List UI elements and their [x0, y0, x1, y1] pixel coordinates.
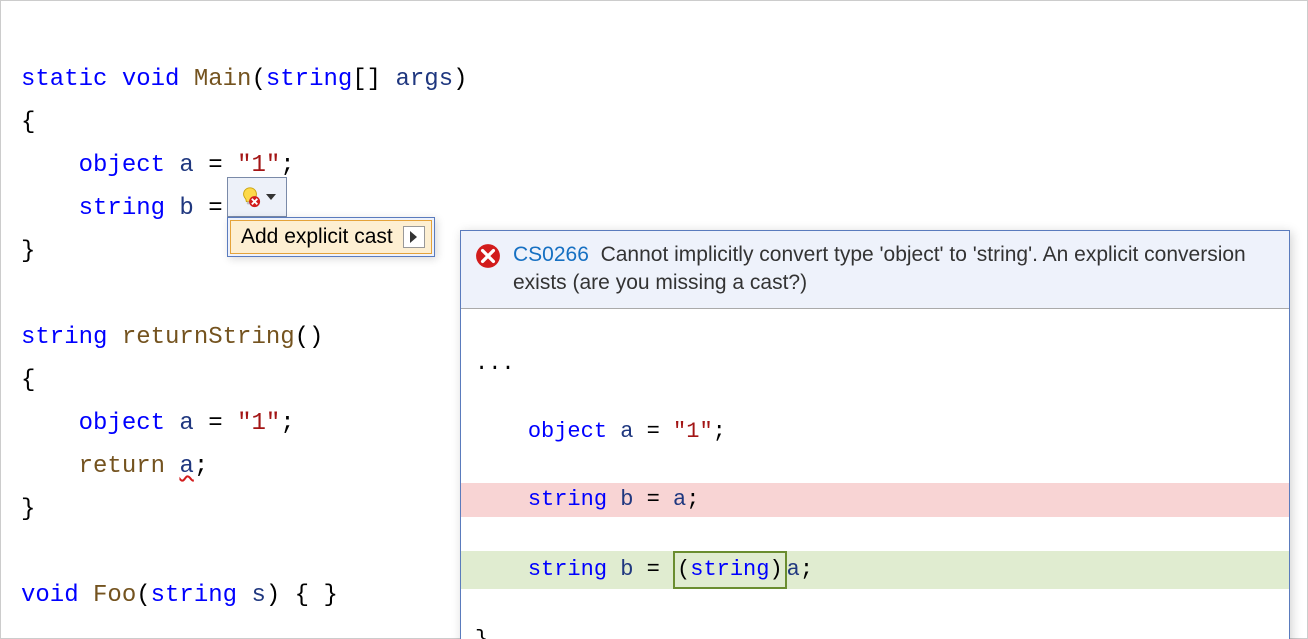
param-args: args — [381, 66, 453, 93]
brace-close: } — [21, 238, 35, 265]
var-b: b — [165, 195, 194, 222]
keyword-string: string — [21, 324, 107, 351]
inserted-cast: (string) — [673, 551, 787, 589]
diff-context-line: object a = "1"; — [461, 415, 1289, 449]
brace-open: { — [21, 109, 35, 136]
quick-fix-menu: Add explicit cast — [227, 217, 435, 257]
error-variable-a[interactable]: a — [179, 453, 193, 480]
keyword-static: static — [21, 66, 107, 93]
quick-actions-button[interactable] — [227, 177, 287, 217]
keyword-string: string — [266, 66, 352, 93]
keyword-void: void — [122, 66, 180, 93]
chevron-down-icon — [266, 194, 276, 200]
keyword-object: object — [79, 152, 165, 179]
string-literal: "1" — [237, 410, 280, 437]
keyword-void: void — [21, 582, 79, 609]
diff-preview: ... object a = "1"; string b = a; string… — [461, 308, 1289, 639]
brace-open: { — [21, 367, 35, 394]
error-code: CS0266 — [513, 243, 589, 266]
keyword-string: string — [79, 195, 165, 222]
fix-preview-panel: CS0266 Cannot implicitly convert type 'o… — [460, 230, 1290, 639]
keyword-return: return — [79, 453, 165, 480]
method-foo: Foo — [79, 582, 137, 609]
brace-close: } — [21, 496, 35, 523]
menu-item-add-explicit-cast[interactable]: Add explicit cast — [230, 220, 432, 254]
diff-removed-line: string b = a; — [461, 483, 1289, 517]
error-message: Cannot implicitly convert type 'object' … — [513, 243, 1246, 294]
diff-ellipsis-top: ... — [461, 347, 1289, 381]
lightbulb-error-icon — [239, 186, 261, 208]
method-returnstring: returnString — [107, 324, 294, 351]
chevron-right-icon[interactable] — [403, 226, 425, 248]
error-header: CS0266 Cannot implicitly convert type 'o… — [461, 231, 1289, 308]
diff-added-line: string b = (string)a; — [461, 551, 1289, 589]
diff-context-brace: } — [461, 623, 1289, 639]
param-s: s — [237, 582, 266, 609]
method-main: Main — [194, 66, 252, 93]
var-a: a — [165, 410, 194, 437]
string-literal: "1" — [237, 152, 280, 179]
var-a: a — [165, 152, 194, 179]
error-icon — [475, 243, 501, 269]
keyword-string: string — [151, 582, 237, 609]
keyword-object: object — [79, 410, 165, 437]
menu-item-label: Add explicit cast — [241, 225, 393, 249]
